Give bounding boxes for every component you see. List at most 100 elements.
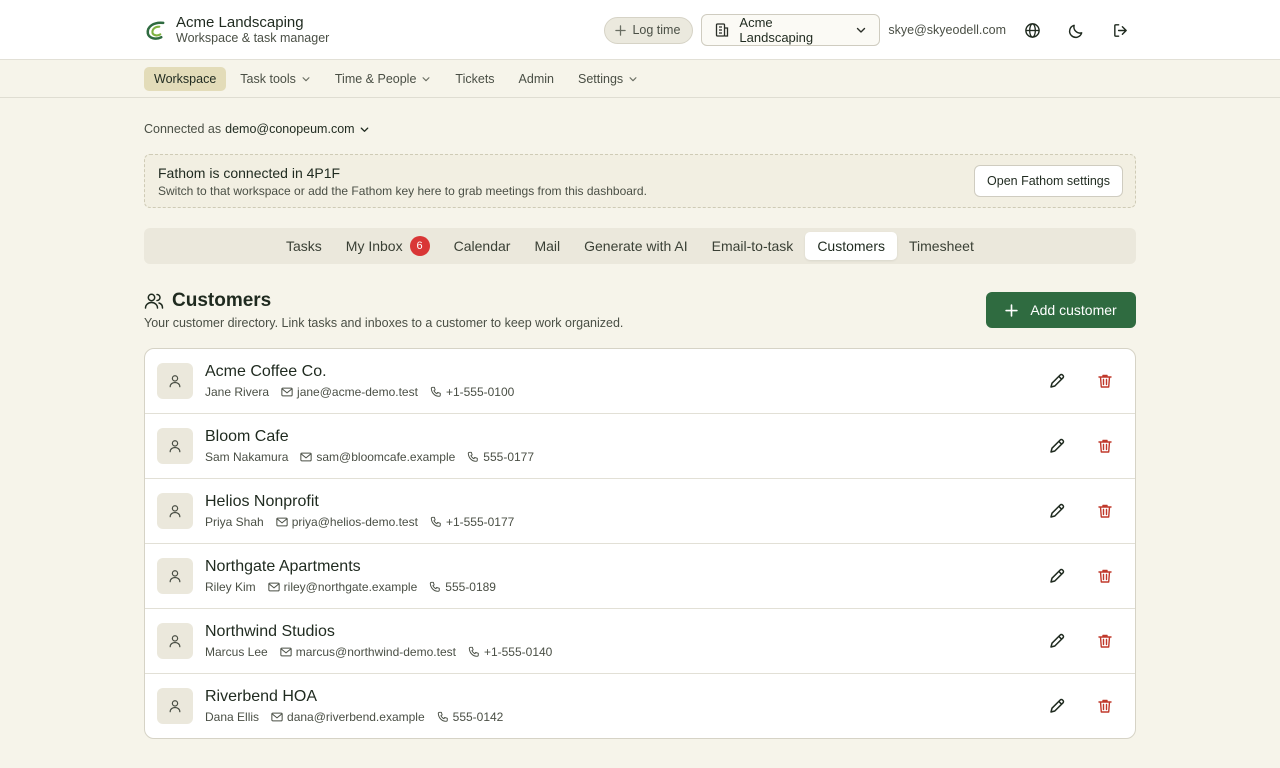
banner-title: Fathom is connected in 4P1F [158,165,341,181]
edit-customer-button[interactable] [1045,434,1069,458]
tab-customers[interactable]: Customers [805,232,897,260]
tab-mail[interactable]: Mail [522,232,572,260]
avatar [157,623,193,659]
user-icon [169,440,181,453]
nav-item-label: Task tools [240,72,296,86]
brand-name: Acme Landscaping [176,14,304,31]
nav-item-admin[interactable]: Admin [509,67,564,91]
chevron-down-icon [629,77,637,82]
connected-account: Connected as demo@conopeum.com [144,122,370,136]
pencil-icon [1050,698,1065,713]
workspace-tabs: Tasks My Inbox 6 Calendar Mail Generate … [144,228,1136,264]
edit-customer-button[interactable] [1045,694,1069,718]
customer-phone: +1-555-0177 [445,515,515,529]
building-icon [716,23,729,37]
delete-customer-button[interactable] [1093,564,1117,588]
customer-row[interactable]: Northwind Studios Marcus Lee marcus@nort… [145,609,1135,674]
tab-timesheet[interactable]: Timesheet [897,232,986,260]
mail-icon [280,647,292,657]
customer-row[interactable]: Helios Nonprofit Priya Shah priya@helios… [145,479,1135,544]
tab-my-inbox[interactable]: My Inbox 6 [334,232,442,260]
pencil-icon [1050,503,1065,518]
customer-phone: 555-0189 [445,580,496,594]
avatar [157,688,193,724]
tab-email-to-task[interactable]: Email-to-task [700,232,806,260]
avatar [157,363,193,399]
customer-contact: Priya Shah [205,515,264,529]
tab-label: My Inbox [345,238,403,254]
workspace-select[interactable]: Acme Landscaping [701,14,881,46]
edit-customer-button[interactable] [1045,499,1069,523]
customer-row[interactable]: Bloom Cafe Sam Nakamura sam@bloomcafe.ex… [145,414,1135,479]
tab-calendar[interactable]: Calendar [442,232,523,260]
phone-icon [430,581,441,592]
workspace-select-value: Acme Landscaping [739,15,814,45]
customer-row[interactable]: Northgate Apartments Riley Kim riley@nor… [145,544,1135,609]
trash-icon [1098,634,1112,648]
logout-button[interactable] [1104,14,1136,46]
chevron-down-icon[interactable] [359,124,370,135]
nav-item-label: Workspace [154,72,217,86]
customer-contact: Jane Rivera [205,385,270,399]
customers-header: Customers [144,290,271,312]
nav-item-label: Time & People [334,72,417,86]
edit-customer-button[interactable] [1045,629,1069,653]
nav-item-task-tools[interactable]: Task tools [230,67,321,91]
tab-label: Mail [534,238,561,254]
phone-icon [437,711,448,722]
customer-name: Northgate Apartments [205,558,361,575]
fathom-banner: Fathom is connected in 4P1F Switch to th… [144,154,1136,208]
mail-icon [276,517,288,527]
connected-account-select[interactable]: demo@conopeum.com [225,122,354,136]
page-subtitle: Your customer directory. Link tasks and … [144,316,624,330]
delete-customer-button[interactable] [1093,629,1117,653]
plus-icon [1005,303,1019,317]
trash-icon [1098,374,1112,388]
customer-email: priya@helios-demo.test [291,515,418,529]
tab-generate-with-ai[interactable]: Generate with AI [572,232,700,260]
avatar [157,428,193,464]
user-email: skye@skyeodell.com [888,23,1006,37]
connected-prefix: Connected as [144,122,222,136]
customer-phone: +1-555-0100 [445,385,515,399]
delete-customer-button[interactable] [1093,499,1117,523]
mail-icon [271,712,283,722]
phone-icon [430,516,441,527]
log-time-button[interactable]: Log time [604,16,694,44]
open-fathom-settings-button[interactable]: Open Fathom settings [974,165,1123,197]
delete-customer-button[interactable] [1093,434,1117,458]
customer-row[interactable]: Riverbend HOA Dana Ellis dana@riverbend.… [145,674,1135,738]
phone-icon [468,451,479,462]
customer-row[interactable]: Acme Coffee Co. Jane Rivera jane@acme-de… [145,349,1135,414]
nav-item-workspace[interactable]: Workspace [144,67,227,91]
delete-customer-button[interactable] [1093,369,1117,393]
chevron-down-icon [302,77,310,82]
nav-item-settings[interactable]: Settings [568,67,648,91]
moon-icon [1068,24,1082,38]
nav-item-tickets[interactable]: Tickets [445,67,504,91]
trash-icon [1098,439,1112,453]
customer-list: Acme Coffee Co. Jane Rivera jane@acme-de… [144,348,1136,739]
phone-icon [468,646,479,657]
user-icon [169,375,181,388]
customer-meta: Marcus Lee marcus@northwind-demo.test +1… [205,645,552,659]
add-customer-button[interactable]: Add customer [986,292,1136,328]
user-icon [169,505,181,518]
customer-contact: Marcus Lee [205,645,268,659]
edit-customer-button[interactable] [1045,564,1069,588]
tab-tasks[interactable]: Tasks [274,232,334,260]
customer-phone: +1-555-0140 [483,645,553,659]
inbox-count-badge: 6 [409,236,430,256]
brand[interactable]: Acme Landscaping Workspace & task manage… [144,14,329,46]
mail-icon [281,387,293,397]
language-button[interactable] [1016,14,1048,46]
customer-name: Riverbend HOA [205,688,318,705]
nav-item-time-people[interactable]: Time & People [325,67,442,91]
edit-customer-button[interactable] [1045,369,1069,393]
theme-toggle-button[interactable] [1060,14,1092,46]
delete-customer-button[interactable] [1093,694,1117,718]
customer-name: Northwind Studios [205,623,335,640]
main-nav: Workspace Task tools Time & People Ticke… [144,67,652,91]
trash-icon [1098,504,1112,518]
customer-meta: Jane Rivera jane@acme-demo.test +1-555-0… [205,385,514,399]
